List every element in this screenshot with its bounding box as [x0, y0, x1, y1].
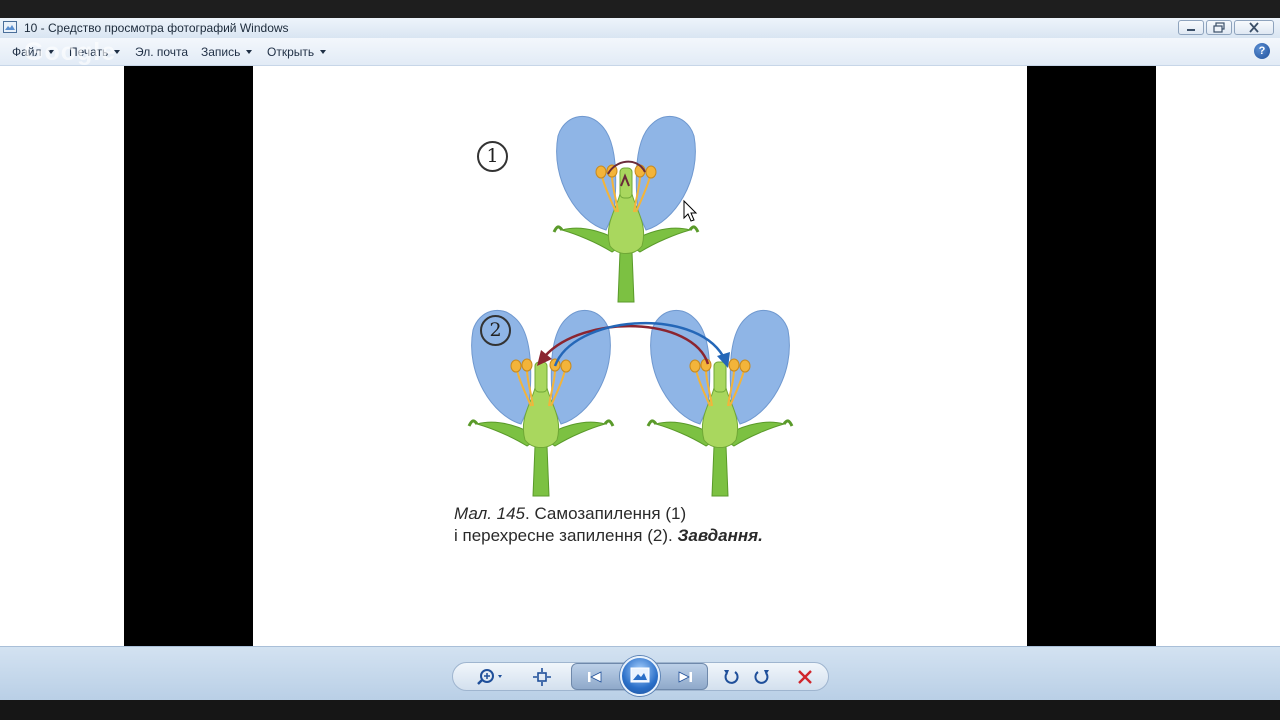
pollination-illustration: [467, 114, 794, 498]
navigation-toolbar: [0, 646, 1280, 701]
close-icon: [1249, 22, 1259, 33]
caption-task: Завдання.: [677, 526, 763, 545]
label-cross-pollination: 2: [480, 315, 511, 346]
label-self-pollination: 1: [477, 141, 508, 172]
zoom-button[interactable]: [476, 664, 510, 689]
next-icon: [678, 670, 692, 683]
title-bar: 10 - Средство просмотра фотографий Windo…: [0, 18, 1280, 38]
previous-button[interactable]: [580, 664, 610, 689]
slideshow-button[interactable]: [620, 656, 660, 696]
image-viewport: 1 2 Мал. 145. Самозапилення (1) і перехр…: [0, 66, 1280, 646]
chevron-down-icon: [320, 50, 327, 54]
minimize-icon: [1187, 29, 1195, 31]
google-watermark: Google: [24, 38, 117, 66]
maximize-button[interactable]: [1206, 20, 1232, 35]
chevron-down-icon: [246, 50, 253, 54]
flower-self-pollination: [552, 114, 700, 304]
rotate-right-icon: [754, 669, 769, 684]
menu-open[interactable]: Открыть: [267, 45, 327, 59]
caption-figure-number: Мал. 145: [454, 504, 526, 523]
displayed-image: 1 2 Мал. 145. Самозапилення (1) і перехр…: [253, 66, 1027, 646]
photo-viewer-window: 10 - Средство просмотра фотографий Windo…: [0, 18, 1280, 701]
screen-bottom-strip: [0, 700, 1280, 720]
previous-icon: [588, 670, 602, 683]
slideshow-icon: [630, 667, 650, 683]
menu-bar: Файл Печать Эл. почта Запись Открыть ?: [0, 38, 1280, 66]
help-button[interactable]: ?: [1254, 43, 1270, 59]
letterbox-right: [1027, 66, 1156, 646]
menu-burn[interactable]: Запись: [201, 45, 253, 59]
delete-button[interactable]: [793, 664, 817, 689]
menu-email[interactable]: Эл. почта: [135, 45, 188, 59]
letterbox-left: [124, 66, 253, 646]
figure-caption: Мал. 145. Самозапилення (1) і перехресне…: [454, 503, 763, 547]
mouse-cursor-icon: [683, 199, 698, 222]
close-window-button[interactable]: [1234, 20, 1274, 35]
actual-size-button[interactable]: [530, 664, 554, 689]
window-title: 10 - Средство просмотра фотографий Windo…: [24, 21, 289, 35]
rotate-left-icon: [724, 669, 739, 684]
menu-open-label: Открыть: [267, 45, 315, 59]
flower-cross-right: [646, 308, 794, 498]
caption-line1: . Самозапилення (1): [525, 504, 687, 523]
menu-burn-label: Запись: [201, 45, 241, 59]
restore-icon: [1213, 22, 1225, 33]
photo-viewer-app-icon: [3, 21, 17, 33]
rotate-right-button[interactable]: [751, 664, 773, 689]
menu-email-label: Эл. почта: [135, 45, 189, 59]
rotate-left-button[interactable]: [720, 664, 742, 689]
delete-icon: [798, 669, 812, 684]
caption-line2: і перехресне запилення (2).: [454, 526, 678, 545]
next-button[interactable]: [670, 664, 700, 689]
zoom-icon: [477, 668, 502, 685]
minimize-button[interactable]: [1178, 20, 1204, 35]
screen-top-strip: [0, 0, 1280, 18]
actual-size-icon: [533, 667, 551, 686]
